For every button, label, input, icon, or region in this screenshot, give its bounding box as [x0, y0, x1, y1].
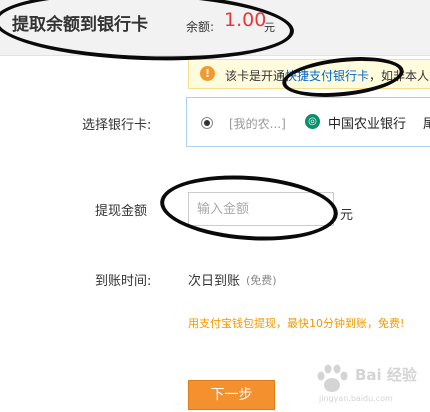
- wallet-tip: 用支付宝钱包提现，最快10分钟到账，免费!: [188, 317, 405, 330]
- baidu-jingyan-watermark: Bai 经验 jingyan.baidu.com: [315, 360, 427, 410]
- bank-card-option[interactable]: [我的农...] ◎ 中国农业银行 尾: [186, 97, 430, 147]
- paw-icon: [317, 364, 348, 392]
- card-nickname: [我的农...]: [229, 117, 286, 131]
- watermark-brand: Bai 经验: [355, 366, 417, 384]
- bank-name: 中国农业银行: [328, 117, 407, 132]
- page-title: 提取余额到银行卡: [12, 15, 148, 35]
- warning-icon: !: [200, 66, 215, 81]
- arrival-time-value: 次日到账: [188, 274, 241, 289]
- balance-label: 余额:: [186, 20, 215, 34]
- notice-banner: ! 该卡是开通快捷支付银行卡，如非本人: [188, 59, 430, 89]
- balance-amount: 1.00: [224, 9, 267, 31]
- amount-label: 提现金额: [95, 204, 148, 219]
- card-radio[interactable]: [201, 117, 213, 129]
- amount-unit: 元: [340, 208, 354, 223]
- select-card-label: 选择银行卡:: [82, 118, 152, 133]
- notice-text: 该卡是开通快捷支付银行卡，如非本人: [225, 69, 430, 83]
- card-tail-number: 尾: [423, 117, 430, 132]
- amount-input[interactable]: [188, 192, 334, 226]
- header-bar: 提取余额到银行卡 余额: 1.00 元: [0, 0, 430, 56]
- abc-bank-icon: ◎: [305, 114, 320, 129]
- fee-note: (免费): [246, 274, 277, 287]
- arrival-time-label: 到账时间:: [95, 274, 152, 289]
- watermark-url: jingyan.baidu.com: [319, 394, 393, 403]
- quick-pay-card-link[interactable]: 快捷支付银行卡: [285, 69, 369, 83]
- next-step-button[interactable]: 下一步: [188, 380, 275, 410]
- balance-unit: 元: [264, 21, 275, 34]
